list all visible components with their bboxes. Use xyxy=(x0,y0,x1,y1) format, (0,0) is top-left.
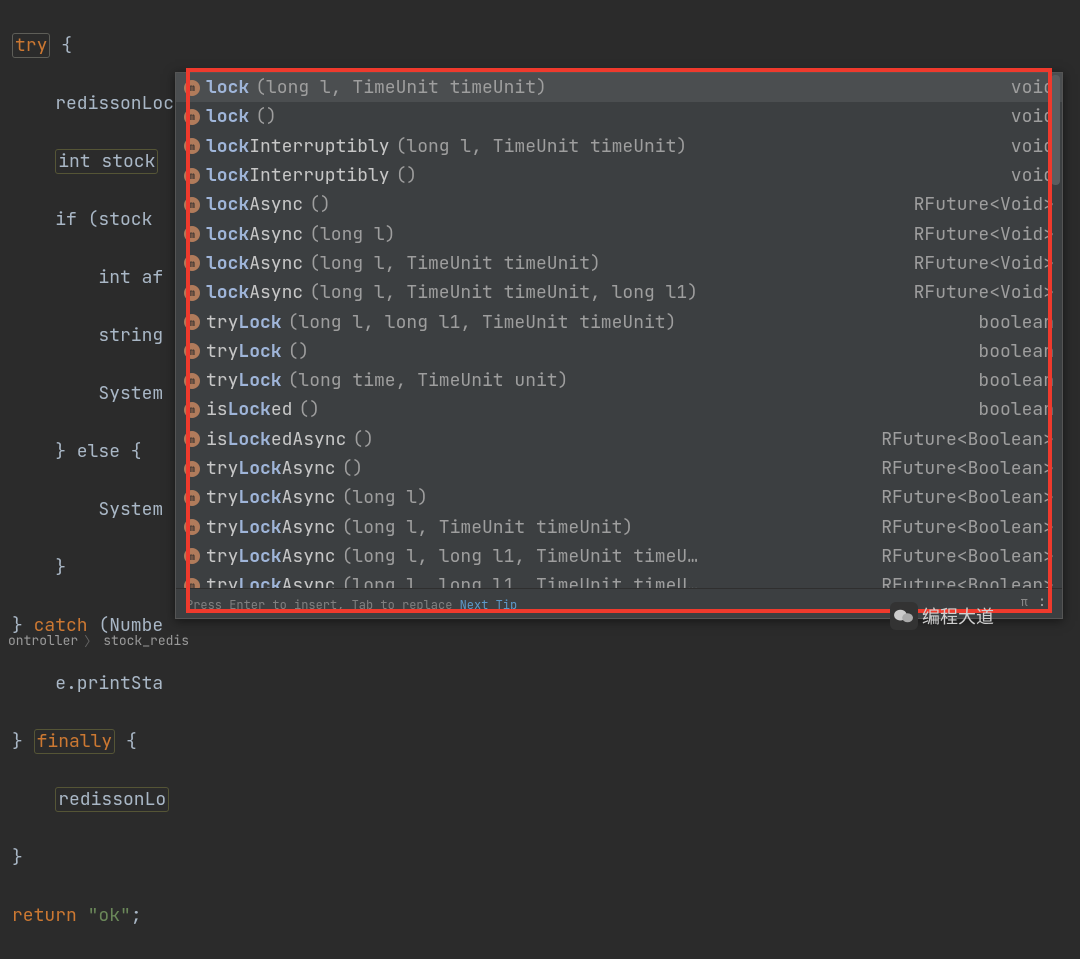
method-icon: m xyxy=(184,197,200,213)
autocomplete-popup[interactable]: mlock(long l, TimeUnit timeUnit)voidmloc… xyxy=(175,72,1063,619)
method-icon: m xyxy=(184,402,200,418)
completion-item[interactable]: m tryLockAsync () RFuture<Boolean> xyxy=(176,454,1062,483)
completion-return-type: boolean xyxy=(978,340,1054,363)
completion-params: (long l, long l1, TimeUnit timeU… xyxy=(342,574,698,588)
completion-params: () xyxy=(255,105,277,128)
completion-name: lockInterruptibly xyxy=(206,135,390,158)
completion-params: (long l, TimeUnit timeUnit) xyxy=(396,135,688,158)
completion-name: tryLockAsync xyxy=(206,545,336,568)
completion-return-type: RFuture<Boolean> xyxy=(881,428,1054,451)
completion-return-type: RFuture<Void> xyxy=(914,193,1054,216)
completion-name: tryLockAsync xyxy=(206,457,336,480)
completion-params: (long l, long l1, TimeUnit timeU… xyxy=(342,545,698,568)
completion-name: isLocked xyxy=(206,398,292,421)
completion-return-type: boolean xyxy=(978,311,1054,334)
method-icon: m xyxy=(184,226,200,242)
completion-name: tryLock xyxy=(206,311,282,334)
completion-params: (long l, TimeUnit timeUnit) xyxy=(309,252,601,275)
keyword-try: try xyxy=(12,33,50,58)
completion-item[interactable]: m lockAsync () RFuture<Void> xyxy=(176,190,1062,219)
scrollbar-thumb[interactable] xyxy=(1051,75,1060,185)
chevron-right-icon: 〉 xyxy=(84,631,97,650)
completion-item[interactable]: m tryLockAsync (long l, TimeUnit timeUnit)… xyxy=(176,512,1062,541)
completion-item[interactable]: m lockInterruptibly () void xyxy=(176,161,1062,190)
completion-return-type: void xyxy=(1011,135,1054,158)
completion-params: () xyxy=(298,398,320,421)
completion-params: () xyxy=(396,164,418,187)
completion-return-type: RFuture<Void> xyxy=(914,281,1054,304)
method-icon: m xyxy=(184,431,200,447)
completion-name: isLockedAsync xyxy=(206,428,346,451)
completion-return-type: RFuture<Void> xyxy=(914,252,1054,275)
completion-params: (long l) xyxy=(309,223,395,246)
method-icon: m xyxy=(184,138,200,154)
completion-return-type: RFuture<Boolean> xyxy=(881,457,1054,480)
method-icon: m xyxy=(184,373,200,389)
method-icon: m xyxy=(184,578,200,588)
completion-item[interactable]: m tryLock (long time, TimeUnit unit) boolea… xyxy=(176,366,1062,395)
completion-return-type: RFuture<Boolean> xyxy=(881,545,1054,568)
completion-name: tryLockAsync xyxy=(206,574,336,588)
breadcrumb[interactable]: ontroller 〉 stock_redis xyxy=(8,631,189,650)
completion-params: (long l, TimeUnit timeUnit) xyxy=(342,516,634,539)
completion-return-type: RFuture<Boolean> xyxy=(881,486,1054,509)
completion-params: (long l, TimeUnit timeUnit) xyxy=(255,76,547,99)
method-icon: m xyxy=(184,519,200,535)
completion-item[interactable]: m tryLock () boolean xyxy=(176,337,1062,366)
completion-return-type: boolean xyxy=(978,369,1054,392)
completion-name: tryLock xyxy=(206,369,282,392)
completion-item[interactable]: m lockInterruptibly (long l, TimeUnit time… xyxy=(176,132,1062,161)
completion-item[interactable]: m tryLockAsync (long l, long l1, TimeUnit … xyxy=(176,571,1062,588)
method-icon: m xyxy=(184,80,200,96)
completion-params: (long l, long l1, TimeUnit timeUnit) xyxy=(288,311,677,334)
method-icon: m xyxy=(184,168,200,184)
completion-name: tryLock xyxy=(206,340,282,363)
completion-item[interactable]: m isLocked () boolean xyxy=(176,395,1062,424)
method-icon: m xyxy=(184,461,200,477)
completion-name: lockAsync xyxy=(206,223,303,246)
completion-name: tryLockAsync xyxy=(206,486,336,509)
completion-item[interactable]: m tryLock (long l, long l1, TimeUnit timeU… xyxy=(176,307,1062,336)
completion-name: lockAsync xyxy=(206,252,303,275)
method-icon: m xyxy=(184,109,200,125)
completion-return-type: void xyxy=(1011,164,1054,187)
completion-return-type: RFuture<Boolean> xyxy=(881,574,1054,588)
completion-params: () xyxy=(342,457,364,480)
completion-return-type: void xyxy=(1011,76,1054,99)
completion-name: lockAsync xyxy=(206,281,303,304)
completion-item[interactable]: m tryLockAsync (long l) RFuture<Boolean> xyxy=(176,483,1062,512)
completion-params: () xyxy=(288,340,310,363)
completion-params: () xyxy=(309,193,331,216)
method-icon: m xyxy=(184,490,200,506)
completion-params: () xyxy=(352,428,374,451)
completion-name: tryLockAsync xyxy=(206,516,336,539)
method-icon: m xyxy=(184,314,200,330)
completion-item[interactable]: mlock (long l, TimeUnit timeUnit) void xyxy=(176,73,1062,102)
completion-params: (long l, TimeUnit timeUnit, long l1) xyxy=(309,281,698,304)
completion-return-type: RFuture<Boolean> xyxy=(881,516,1054,539)
watermark: 编程大道 xyxy=(890,596,1070,636)
completion-name: lock xyxy=(206,76,249,99)
wechat-icon xyxy=(890,602,918,630)
method-icon: m xyxy=(184,285,200,301)
completion-params: (long l) xyxy=(342,486,428,509)
completion-item[interactable]: m lockAsync (long l) RFuture<Void> xyxy=(176,219,1062,248)
scrollbar[interactable] xyxy=(1051,75,1060,583)
method-icon: m xyxy=(184,343,200,359)
completion-name: lockAsync xyxy=(206,193,303,216)
method-icon: m xyxy=(184,255,200,271)
completion-params: (long time, TimeUnit unit) xyxy=(288,369,569,392)
completion-item[interactable]: m isLockedAsync () RFuture<Boolean> xyxy=(176,425,1062,454)
completion-item[interactable]: m tryLockAsync (long l, long l1, TimeUnit … xyxy=(176,542,1062,571)
completion-return-type: boolean xyxy=(978,398,1054,421)
completion-name: lockInterruptibly xyxy=(206,164,390,187)
next-tip-link[interactable]: Next Tip xyxy=(460,597,518,613)
method-icon: m xyxy=(184,548,200,564)
completion-item[interactable]: m lockAsync (long l, TimeUnit timeUnit) RFu… xyxy=(176,249,1062,278)
completion-item[interactable]: mlock () void xyxy=(176,102,1062,131)
completion-return-type: void xyxy=(1011,105,1054,128)
completion-return-type: RFuture<Void> xyxy=(914,223,1054,246)
completion-name: lock xyxy=(206,105,249,128)
completion-item[interactable]: m lockAsync (long l, TimeUnit timeUnit, lo… xyxy=(176,278,1062,307)
